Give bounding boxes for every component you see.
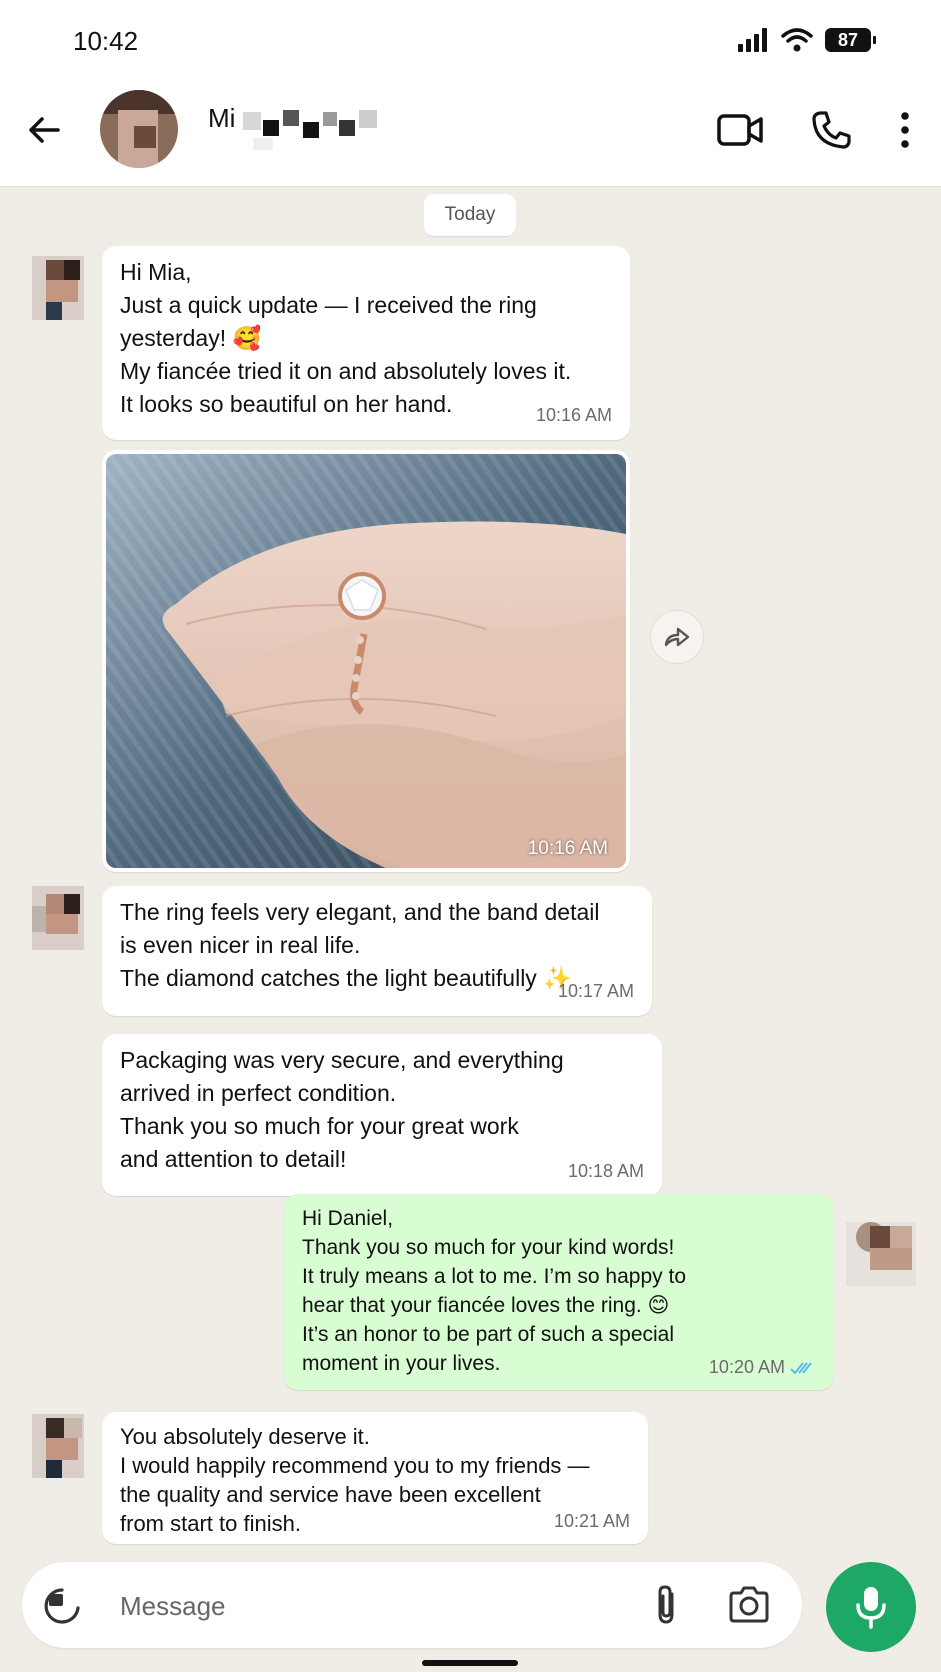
message-text: Hi Mia, Just a quick update — I received… <box>120 259 572 417</box>
sender-avatar[interactable] <box>32 1414 84 1478</box>
more-options-icon[interactable] <box>899 110 911 150</box>
status-icons: 87 <box>737 28 876 52</box>
message-time: 10:18 AM <box>567 1161 644 1181</box>
chat-header: Mi <box>0 80 941 187</box>
incoming-message[interactable]: Hi Mia, Just a quick update — I received… <box>102 246 630 440</box>
message-input[interactable] <box>118 1582 602 1630</box>
wifi-icon <box>781 28 813 52</box>
message-time: 10:16 AM <box>535 405 612 425</box>
image-message[interactable]: 10:16 AM <box>102 450 630 872</box>
own-avatar[interactable] <box>846 1222 916 1286</box>
camera-icon[interactable] <box>726 1582 772 1628</box>
contact-avatar[interactable] <box>100 90 178 168</box>
date-divider: Today <box>424 194 516 236</box>
signal-icon <box>738 28 767 52</box>
forward-button[interactable] <box>650 610 704 664</box>
image-time: 10:16 AM <box>527 838 608 859</box>
voice-message-button[interactable] <box>826 1562 916 1652</box>
incoming-message[interactable]: Packaging was very secure, and everythin… <box>102 1034 662 1196</box>
contact-name: Mi <box>208 102 236 133</box>
redaction-pixels <box>243 108 383 150</box>
sender-avatar[interactable] <box>32 886 84 950</box>
status-time: 10:42 <box>73 26 139 56</box>
video-call-icon[interactable] <box>717 110 763 150</box>
chat-area[interactable]: Today Hi Mia, Just a quick update — I re… <box>0 186 941 1556</box>
ring-photo[interactable] <box>106 454 626 868</box>
attachment-icon[interactable] <box>644 1582 688 1628</box>
incoming-message[interactable]: You absolutely deserve it. I would happi… <box>102 1412 648 1544</box>
message-time-text: 10:20 AM <box>708 1357 785 1377</box>
outgoing-message[interactable]: Hi Daniel, Thank you so much for your ki… <box>284 1194 834 1390</box>
message-text: You absolutely deserve it. I would happi… <box>120 1424 590 1536</box>
battery-level: 87 <box>837 29 859 50</box>
incoming-message[interactable]: The ring feels very elegant, and the ban… <box>102 886 652 1016</box>
header-actions <box>717 110 911 150</box>
microphone-icon <box>856 1587 886 1629</box>
emoji-sticker-icon[interactable] <box>42 1584 84 1626</box>
message-composer <box>22 1562 802 1648</box>
message-time: 10:17 AM <box>557 981 634 1001</box>
contact-name-area[interactable]: Mi <box>208 98 383 150</box>
message-text: The ring feels very elegant, and the ban… <box>120 899 600 991</box>
battery-indicator: 87 <box>825 28 876 52</box>
voice-call-icon[interactable] <box>811 110 851 150</box>
sender-avatar[interactable] <box>32 256 84 320</box>
status-bar: 10:42 87 <box>0 0 941 80</box>
message-time: 10:21 AM <box>553 1511 630 1531</box>
read-receipt-icon <box>790 1362 812 1375</box>
message-text: Packaging was very secure, and everythin… <box>120 1047 564 1172</box>
message-text: Hi Daniel, Thank you so much for your ki… <box>302 1207 686 1375</box>
back-arrow-icon[interactable] <box>24 110 64 150</box>
home-indicator[interactable] <box>422 1660 518 1666</box>
forward-icon <box>664 627 690 647</box>
message-time: 10:20 AM <box>709 1353 814 1382</box>
